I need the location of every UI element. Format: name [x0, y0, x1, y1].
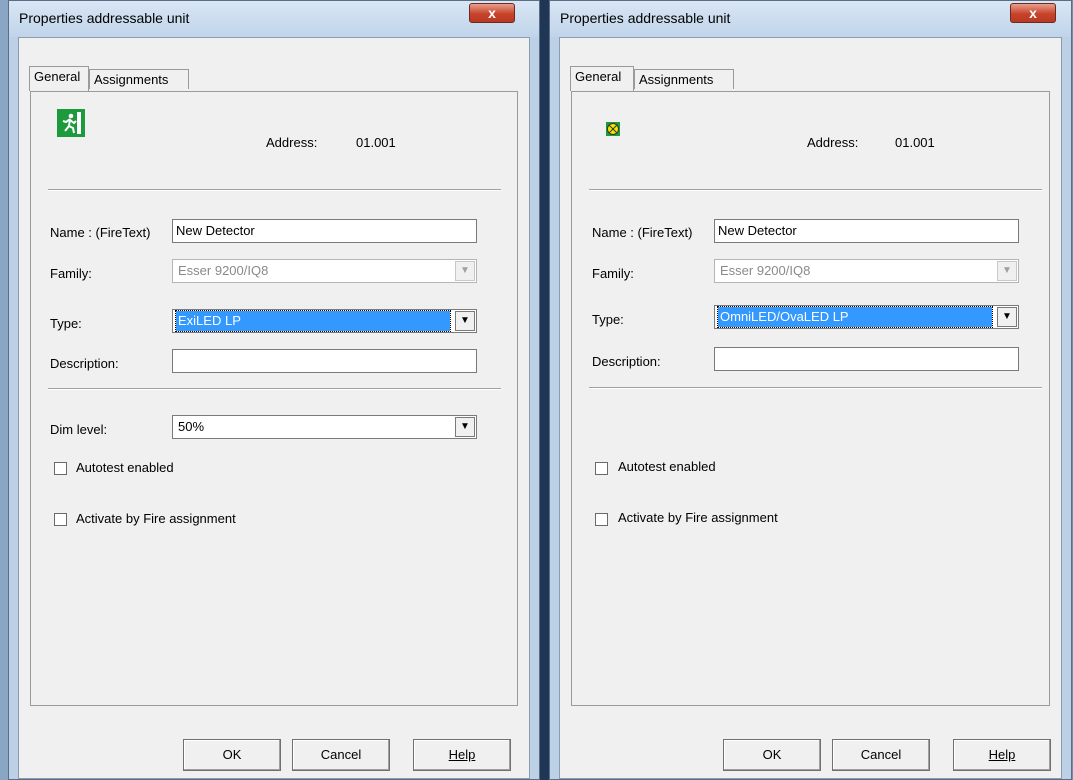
type-value: ExiLED LP [175, 310, 451, 332]
ok-button[interactable]: OK [723, 739, 821, 771]
tab-general[interactable]: General [570, 66, 634, 91]
tab-general[interactable]: General [29, 66, 89, 91]
dialog-title: Properties addressable unit [560, 10, 731, 26]
autotest-label: Autotest enabled [76, 460, 174, 475]
ok-button[interactable]: OK [183, 739, 281, 771]
dialog-client-area: General Assignments Address: 01.001 Name… [18, 37, 530, 779]
dim-level-select[interactable]: 50% ▼ [172, 415, 477, 439]
help-button[interactable]: Help [953, 739, 1051, 771]
type-select[interactable]: ExiLED LP ▼ [172, 309, 477, 333]
type-value: OmniLED/OvaLED LP [717, 306, 993, 328]
omniled-lamp-icon [606, 122, 620, 136]
cancel-button[interactable]: Cancel [832, 739, 930, 771]
name-input[interactable]: New Detector [172, 219, 477, 243]
separator [48, 388, 501, 390]
separator [589, 189, 1042, 191]
address-value: 01.001 [356, 135, 396, 150]
close-button[interactable]: x [1010, 3, 1056, 23]
address-value: 01.001 [895, 135, 935, 150]
dialog-title: Properties addressable unit [19, 10, 190, 26]
family-value: Esser 9200/IQ8 [178, 263, 269, 278]
tab-assignments[interactable]: Assignments [89, 69, 189, 89]
address-label: Address: [807, 135, 859, 150]
name-input[interactable]: New Detector [714, 219, 1019, 243]
autotest-label: Autotest enabled [618, 459, 716, 474]
description-label: Description: [50, 356, 119, 371]
help-button[interactable]: Help [413, 739, 511, 771]
close-button[interactable]: x [469, 3, 515, 23]
tab-assignments[interactable]: Assignments [634, 69, 734, 89]
family-select: Esser 9200/IQ8 ▼ [172, 259, 477, 283]
chevron-down-icon[interactable]: ▼ [455, 417, 475, 437]
type-label: Type: [50, 316, 82, 331]
title-bar: Properties addressable unit x [550, 1, 1071, 37]
cancel-button[interactable]: Cancel [292, 739, 390, 771]
chevron-down-icon: ▼ [455, 261, 475, 281]
family-value: Esser 9200/IQ8 [720, 263, 811, 278]
title-bar: Properties addressable unit x [9, 1, 539, 37]
description-label: Description: [592, 354, 661, 369]
separator [48, 189, 501, 191]
autotest-checkbox[interactable] [54, 462, 67, 475]
name-label: Name : (FireText) [592, 225, 693, 240]
dim-level-value: 50% [178, 419, 205, 434]
activate-by-fire-checkbox[interactable] [595, 513, 608, 526]
activate-by-fire-label: Activate by Fire assignment [76, 511, 236, 526]
description-input[interactable] [714, 347, 1019, 371]
properties-dialog-left: Properties addressable unit x General As… [8, 0, 540, 780]
dialog-client-area: General Assignments Address: 01.001 Name… [559, 37, 1062, 779]
chevron-down-icon[interactable]: ▼ [455, 311, 475, 331]
autotest-checkbox[interactable] [595, 462, 608, 475]
description-input[interactable] [172, 349, 477, 373]
family-label: Family: [50, 266, 92, 281]
chevron-down-icon: ▼ [997, 261, 1017, 281]
family-select: Esser 9200/IQ8 ▼ [714, 259, 1019, 283]
name-label: Name : (FireText) [50, 225, 151, 240]
dim-level-label: Dim level: [50, 422, 108, 437]
general-panel: Address: 01.001 Name : (FireText) New De… [571, 91, 1050, 706]
activate-by-fire-label: Activate by Fire assignment [618, 510, 778, 525]
family-label: Family: [592, 266, 634, 281]
background-window-edge [0, 0, 8, 780]
type-select[interactable]: OmniLED/OvaLED LP ▼ [714, 305, 1019, 329]
separator [589, 387, 1042, 389]
address-label: Address: [266, 135, 318, 150]
chevron-down-icon[interactable]: ▼ [997, 307, 1017, 327]
properties-dialog-right: Properties addressable unit x General As… [549, 0, 1072, 780]
general-panel: Address: 01.001 Name : (FireText) New De… [30, 91, 518, 706]
type-label: Type: [592, 312, 624, 327]
window-gap [540, 0, 549, 780]
emergency-exit-icon [57, 109, 85, 137]
activate-by-fire-checkbox[interactable] [54, 513, 67, 526]
